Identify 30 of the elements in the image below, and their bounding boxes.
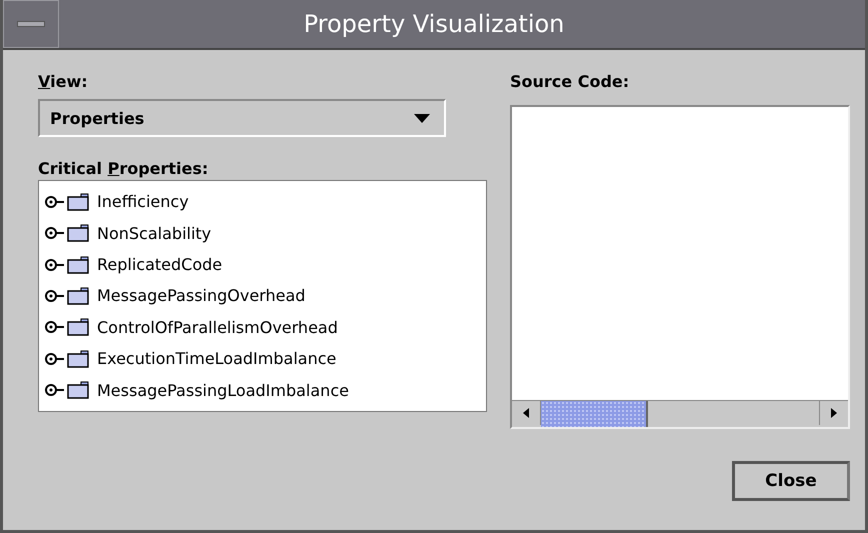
source-code-label: Source Code: bbox=[510, 72, 630, 91]
folder-icon bbox=[67, 286, 89, 305]
dropdown-arrow-icon bbox=[414, 114, 430, 122]
tree-item[interactable]: MessagePassingOverhead bbox=[97, 286, 306, 306]
folder-icon bbox=[67, 318, 89, 336]
tree-item[interactable]: ExecutionTimeLoadImbalance bbox=[97, 349, 336, 368]
tree-item[interactable]: MessagePassingLoadImbalance bbox=[97, 380, 349, 400]
tree-item[interactable]: ReplicatedCode bbox=[97, 255, 222, 274]
view-dropdown[interactable]: Properties bbox=[38, 99, 446, 137]
folder-icon bbox=[67, 224, 89, 242]
window-menu-button[interactable] bbox=[3, 0, 59, 48]
collapsed-handle-icon[interactable] bbox=[45, 320, 65, 334]
folder-icon bbox=[67, 350, 89, 368]
tree-item[interactable]: ControlOfParallelismOverhead bbox=[97, 318, 338, 337]
collapsed-handle-icon[interactable] bbox=[45, 258, 65, 272]
collapsed-handle-icon[interactable] bbox=[45, 288, 65, 303]
collapsed-handle-icon[interactable] bbox=[45, 226, 65, 240]
folder-icon bbox=[67, 381, 89, 400]
close-button[interactable]: Close bbox=[732, 461, 850, 501]
critical-properties-label: Critical Properties: bbox=[38, 159, 208, 178]
tree-item[interactable]: NonScalability bbox=[97, 224, 212, 243]
folder-icon bbox=[67, 192, 89, 211]
collapsed-handle-icon[interactable] bbox=[45, 194, 65, 209]
collapsed-handle-icon[interactable] bbox=[45, 383, 65, 398]
collapsed-handle-icon[interactable] bbox=[45, 352, 65, 366]
folder-icon bbox=[67, 256, 89, 274]
view-label: View: bbox=[38, 72, 88, 91]
window-title: Property Visualization bbox=[302, 10, 566, 38]
tree-item[interactable]: Inefficiency bbox=[97, 192, 189, 212]
horizontal-scrollbar[interactable] bbox=[512, 400, 848, 427]
